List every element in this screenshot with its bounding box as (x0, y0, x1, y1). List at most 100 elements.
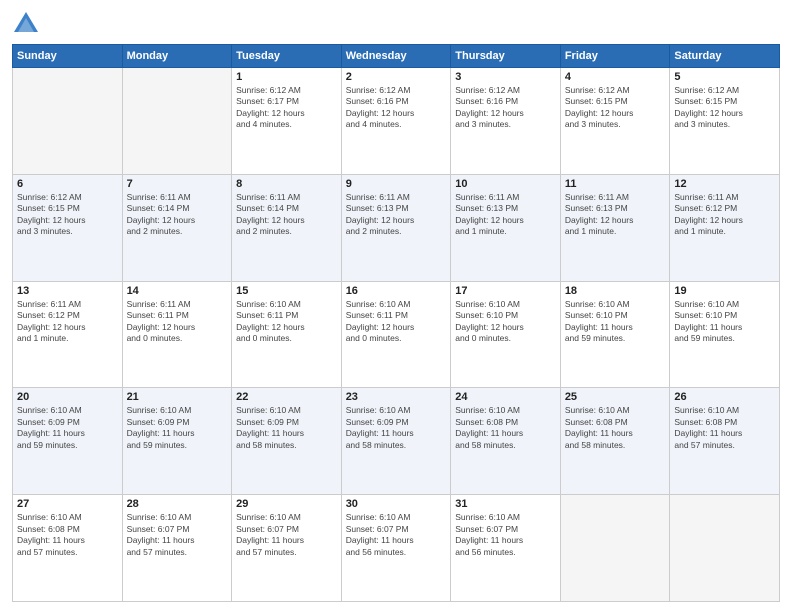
header (12, 10, 780, 38)
calendar-week-row: 6 Sunrise: 6:12 AM Sunset: 6:15 PM Daylig… (13, 174, 780, 281)
day-info: Sunrise: 6:10 AM Sunset: 6:09 PM Dayligh… (127, 405, 228, 451)
day-info: Sunrise: 6:11 AM Sunset: 6:14 PM Dayligh… (127, 192, 228, 238)
day-info: Sunrise: 6:10 AM Sunset: 6:09 PM Dayligh… (346, 405, 447, 451)
calendar-cell: 15 Sunrise: 6:10 AM Sunset: 6:11 PM Dayli… (232, 281, 342, 388)
day-info: Sunrise: 6:10 AM Sunset: 6:07 PM Dayligh… (127, 512, 228, 558)
calendar-cell: 19Sunrise: 6:10 AM Sunset: 6:10 PM Dayli… (670, 281, 780, 388)
day-number: 15 (236, 285, 337, 297)
day-info: Sunrise: 6:10 AM Sunset: 6:08 PM Dayligh… (455, 405, 556, 451)
day-info: Sunrise: 6:10 AM Sunset: 6:07 PM Dayligh… (346, 512, 447, 558)
day-info: Sunrise: 6:11 AM Sunset: 6:14 PM Dayligh… (236, 192, 337, 238)
day-number: 31 (455, 498, 556, 510)
calendar-day-header: Sunday (13, 45, 123, 68)
day-info: Sunrise: 6:12 AM Sunset: 6:15 PM Dayligh… (565, 85, 666, 131)
day-number: 25 (565, 391, 666, 403)
day-info: Sunrise: 6:12 AM Sunset: 6:16 PM Dayligh… (455, 85, 556, 131)
day-number: 21 (127, 391, 228, 403)
day-info: Sunrise: 6:11 AM Sunset: 6:13 PM Dayligh… (346, 192, 447, 238)
day-info: Sunrise: 6:10 AM Sunset: 6:08 PM Dayligh… (674, 405, 775, 451)
day-info: Sunrise: 6:10 AM Sunset: 6:09 PM Dayligh… (236, 405, 337, 451)
day-info: Sunrise: 6:10 AM Sunset: 6:10 PM Dayligh… (455, 299, 556, 345)
day-info: Sunrise: 6:10 AM Sunset: 6:08 PM Dayligh… (565, 405, 666, 451)
day-number: 10 (455, 178, 556, 190)
calendar-week-row: 13Sunrise: 6:11 AM Sunset: 6:12 PM Dayli… (13, 281, 780, 388)
day-number: 26 (674, 391, 775, 403)
day-info: Sunrise: 6:12 AM Sunset: 6:17 PM Dayligh… (236, 85, 337, 131)
calendar-cell (560, 495, 670, 602)
day-number: 7 (127, 178, 228, 190)
calendar-day-header: Tuesday (232, 45, 342, 68)
calendar-week-row: 27 Sunrise: 6:10 AM Sunset: 6:08 PM Dayli… (13, 495, 780, 602)
calendar-week-row: 1 Sunrise: 6:12 AM Sunset: 6:17 PM Daylig… (13, 68, 780, 175)
calendar-cell: 13Sunrise: 6:11 AM Sunset: 6:12 PM Dayli… (13, 281, 123, 388)
calendar-cell: 7 Sunrise: 6:11 AM Sunset: 6:14 PM Daylig… (122, 174, 232, 281)
calendar-cell: 3 Sunrise: 6:12 AM Sunset: 6:16 PM Daylig… (451, 68, 561, 175)
day-info: Sunrise: 6:10 AM Sunset: 6:10 PM Dayligh… (565, 299, 666, 345)
calendar-day-header: Friday (560, 45, 670, 68)
day-info: Sunrise: 6:10 AM Sunset: 6:09 PM Dayligh… (17, 405, 118, 451)
calendar-cell: 21 Sunrise: 6:10 AM Sunset: 6:09 PM Dayli… (122, 388, 232, 495)
day-info: Sunrise: 6:10 AM Sunset: 6:07 PM Dayligh… (236, 512, 337, 558)
day-number: 22 (236, 391, 337, 403)
day-info: Sunrise: 6:12 AM Sunset: 6:15 PM Dayligh… (17, 192, 118, 238)
calendar-cell: 20 Sunrise: 6:10 AM Sunset: 6:09 PM Dayli… (13, 388, 123, 495)
calendar-cell (122, 68, 232, 175)
day-info: Sunrise: 6:12 AM Sunset: 6:15 PM Dayligh… (674, 85, 775, 131)
calendar-week-row: 20 Sunrise: 6:10 AM Sunset: 6:09 PM Dayli… (13, 388, 780, 495)
day-number: 16 (346, 285, 447, 297)
calendar-cell (13, 68, 123, 175)
day-number: 3 (455, 71, 556, 83)
calendar-cell: 11 Sunrise: 6:11 AM Sunset: 6:13 PM Dayli… (560, 174, 670, 281)
calendar-cell: 22 Sunrise: 6:10 AM Sunset: 6:09 PM Dayli… (232, 388, 342, 495)
day-number: 20 (17, 391, 118, 403)
calendar-day-header: Monday (122, 45, 232, 68)
calendar-cell: 26 Sunrise: 6:10 AM Sunset: 6:08 PM Dayli… (670, 388, 780, 495)
calendar-cell: 28 Sunrise: 6:10 AM Sunset: 6:07 PM Dayli… (122, 495, 232, 602)
calendar-cell: 8 Sunrise: 6:11 AM Sunset: 6:14 PM Daylig… (232, 174, 342, 281)
day-number: 9 (346, 178, 447, 190)
day-number: 18 (565, 285, 666, 297)
calendar-cell: 12Sunrise: 6:11 AM Sunset: 6:12 PM Dayli… (670, 174, 780, 281)
day-number: 17 (455, 285, 556, 297)
day-info: Sunrise: 6:10 AM Sunset: 6:11 PM Dayligh… (236, 299, 337, 345)
day-info: Sunrise: 6:10 AM Sunset: 6:08 PM Dayligh… (17, 512, 118, 558)
day-number: 6 (17, 178, 118, 190)
calendar-day-header: Saturday (670, 45, 780, 68)
calendar-day-header: Wednesday (341, 45, 451, 68)
day-info: Sunrise: 6:11 AM Sunset: 6:11 PM Dayligh… (127, 299, 228, 345)
calendar-cell: 24 Sunrise: 6:10 AM Sunset: 6:08 PM Dayli… (451, 388, 561, 495)
day-number: 13 (17, 285, 118, 297)
day-number: 11 (565, 178, 666, 190)
logo (12, 10, 44, 38)
day-number: 24 (455, 391, 556, 403)
day-number: 8 (236, 178, 337, 190)
day-info: Sunrise: 6:11 AM Sunset: 6:13 PM Dayligh… (565, 192, 666, 238)
calendar-cell: 16Sunrise: 6:10 AM Sunset: 6:11 PM Dayli… (341, 281, 451, 388)
day-number: 23 (346, 391, 447, 403)
day-number: 12 (674, 178, 775, 190)
day-number: 28 (127, 498, 228, 510)
day-number: 27 (17, 498, 118, 510)
calendar-cell: 2Sunrise: 6:12 AM Sunset: 6:16 PM Daylig… (341, 68, 451, 175)
calendar-cell: 29Sunrise: 6:10 AM Sunset: 6:07 PM Dayli… (232, 495, 342, 602)
day-number: 5 (674, 71, 775, 83)
calendar-cell: 4 Sunrise: 6:12 AM Sunset: 6:15 PM Daylig… (560, 68, 670, 175)
calendar-day-header: Thursday (451, 45, 561, 68)
day-number: 19 (674, 285, 775, 297)
calendar-header-row: SundayMondayTuesdayWednesdayThursdayFrid… (13, 45, 780, 68)
calendar-cell: 27 Sunrise: 6:10 AM Sunset: 6:08 PM Dayli… (13, 495, 123, 602)
day-number: 30 (346, 498, 447, 510)
calendar-cell: 1 Sunrise: 6:12 AM Sunset: 6:17 PM Daylig… (232, 68, 342, 175)
calendar-cell: 14Sunrise: 6:11 AM Sunset: 6:11 PM Dayli… (122, 281, 232, 388)
calendar-cell: 23 Sunrise: 6:10 AM Sunset: 6:09 PM Dayli… (341, 388, 451, 495)
calendar-cell: 18 Sunrise: 6:10 AM Sunset: 6:10 PM Dayli… (560, 281, 670, 388)
calendar-cell: 30 Sunrise: 6:10 AM Sunset: 6:07 PM Dayli… (341, 495, 451, 602)
calendar-cell: 10Sunrise: 6:11 AM Sunset: 6:13 PM Dayli… (451, 174, 561, 281)
calendar-cell: 17 Sunrise: 6:10 AM Sunset: 6:10 PM Dayli… (451, 281, 561, 388)
day-number: 1 (236, 71, 337, 83)
day-number: 2 (346, 71, 447, 83)
calendar-cell: 31Sunrise: 6:10 AM Sunset: 6:07 PM Dayli… (451, 495, 561, 602)
calendar-cell (670, 495, 780, 602)
day-number: 4 (565, 71, 666, 83)
calendar-cell: 9 Sunrise: 6:11 AM Sunset: 6:13 PM Daylig… (341, 174, 451, 281)
